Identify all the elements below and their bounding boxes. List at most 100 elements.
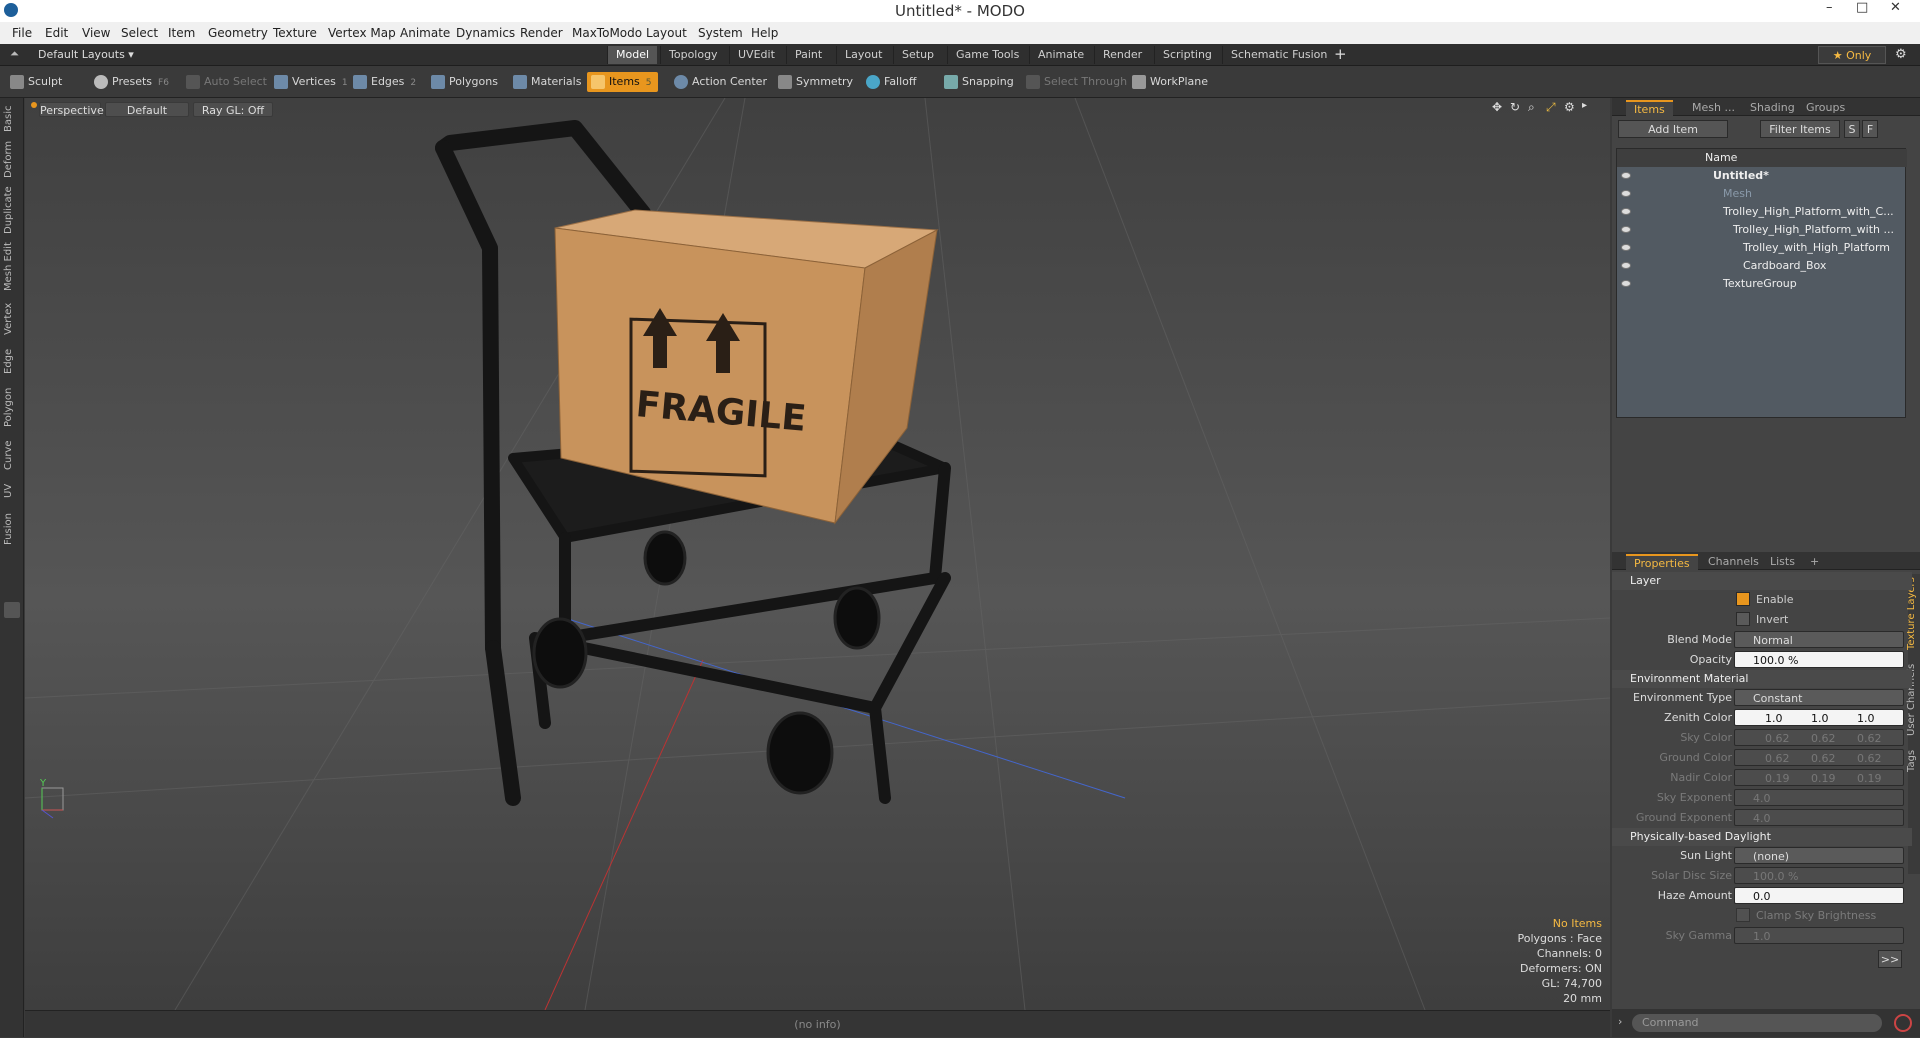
visibility-eye-icon[interactable] [1621,226,1631,233]
menu-view[interactable]: View [82,26,110,40]
visibility-eye-icon[interactable] [1621,262,1631,269]
menu-system[interactable]: System [698,26,743,40]
menu-layout[interactable]: Layout [646,26,687,40]
tab-channels[interactable]: Channels [1700,554,1767,570]
menu-maxtomodo[interactable]: MaxToModo [572,26,642,40]
3d-viewport[interactable]: FRAGILE Y Perspective Default Ray GL: Of… [25,98,1610,1010]
only-toggle[interactable]: ★ Only [1818,46,1886,64]
list-item[interactable]: Mesh [1617,185,1907,203]
polygons-button[interactable]: Polygons [427,72,504,92]
tab-items[interactable]: Items [1626,100,1673,116]
invert-checkbox[interactable] [1736,612,1750,626]
add-tab-button[interactable]: + [1334,45,1347,63]
visibility-eye-icon[interactable] [1621,280,1631,287]
menu-render[interactable]: Render [520,26,563,40]
nadir-color-field[interactable]: 0.19 0.19 0.19 [1734,769,1904,786]
menu-texture[interactable]: Texture [273,26,317,40]
tab-polygon[interactable]: Polygon [3,384,21,430]
tab-scripting[interactable]: Scripting [1154,46,1220,64]
tab-uvedit[interactable]: UVEdit [729,46,783,64]
solar-disc-field[interactable]: 100.0 % [1734,867,1904,884]
tab-properties[interactable]: Properties [1626,554,1698,570]
zenith-color-field[interactable]: 1.0 1.0 1.0 [1734,709,1904,726]
s-toggle[interactable]: S [1844,120,1860,138]
viewport-gear-icon[interactable]: ⚙ [1564,100,1575,114]
section-environment-material[interactable]: Environment Material [1612,670,1912,688]
list-item[interactable]: Trolley_High_Platform_with_C... [1617,203,1907,221]
tab-mesh[interactable]: Mesh ... [1684,100,1743,116]
maximize-button[interactable]: □ [1856,0,1868,15]
tab-duplicate[interactable]: Duplicate [3,186,21,234]
action-center-button[interactable]: Action Center [670,72,773,92]
tab-layout[interactable]: Layout [836,46,890,64]
visibility-eye-icon[interactable] [1621,190,1631,197]
materials-button[interactable]: Materials [509,72,587,92]
tab-lists[interactable]: Lists [1762,554,1803,570]
menu-help[interactable]: Help [751,26,778,40]
environment-type-select[interactable]: Constant [1734,689,1904,706]
sky-color-field[interactable]: 0.62 0.62 0.62 [1734,729,1904,746]
tab-edge[interactable]: Edge [3,346,21,376]
f-toggle[interactable]: F [1862,120,1878,138]
sculpt-button[interactable]: Sculpt [6,72,68,92]
tab-model[interactable]: Model [607,46,658,64]
tab-groups[interactable]: Groups [1798,100,1853,116]
command-input[interactable]: Command [1632,1014,1882,1032]
tab-paint[interactable]: Paint [786,46,830,64]
gear-icon[interactable]: ⚙ [1895,47,1907,62]
toggle-panel-button[interactable] [4,602,20,618]
menu-item[interactable]: Item [168,26,195,40]
tab-fusion[interactable]: Fusion [3,510,21,548]
list-item[interactable]: Trolley_with_High_Platform [1617,239,1907,257]
auto-select-button[interactable]: Auto Select [182,72,273,92]
tab-vertex[interactable]: Vertex [3,300,21,338]
vertices-button[interactable]: Vertices 1 [270,72,354,92]
tab-render[interactable]: Render [1094,46,1150,64]
pan-icon[interactable]: ✥ [1492,100,1502,114]
enable-checkbox[interactable] [1736,592,1750,606]
falloff-button[interactable]: Falloff [862,72,922,92]
list-item[interactable]: Cardboard_Box [1617,257,1907,275]
list-item[interactable]: Untitled* [1617,167,1907,185]
sky-exponent-field[interactable]: 4.0 [1734,789,1904,806]
items-button[interactable]: Items 5 [587,72,658,92]
tab-shading[interactable]: Shading [1742,100,1803,116]
tab-game-tools[interactable]: Game Tools [947,46,1027,64]
tab-uv[interactable]: UV [3,480,21,502]
tab-basic[interactable]: Basic [3,104,21,134]
sun-light-select[interactable]: (none) [1734,847,1904,864]
menu-geometry[interactable]: Geometry [208,26,268,40]
tab-setup[interactable]: Setup [893,46,942,64]
edges-button[interactable]: Edges 2 [349,72,422,92]
shading-dropdown[interactable]: Default [105,102,189,117]
snapping-button[interactable]: Snapping [940,72,1020,92]
tab-deform[interactable]: Deform [3,141,21,178]
opacity-field[interactable]: 100.0 % [1734,651,1904,668]
ground-color-field[interactable]: 0.62 0.62 0.62 [1734,749,1904,766]
ground-exponent-field[interactable]: 4.0 [1734,809,1904,826]
menu-edit[interactable]: Edit [45,26,68,40]
more-button[interactable]: >> [1878,950,1902,968]
fit-icon[interactable]: ⤢ [1546,100,1556,115]
view-mode-dropdown[interactable]: Perspective [39,102,104,117]
clamp-sky-checkbox[interactable] [1736,908,1750,922]
record-icon[interactable] [1894,1014,1912,1032]
menu-vertex-map[interactable]: Vertex Map [328,26,396,40]
visibility-eye-icon[interactable] [1621,172,1631,179]
list-item[interactable]: Trolley_High_Platform_with ... [1617,221,1907,239]
tab-schematic-fusion[interactable]: Schematic Fusion [1222,46,1335,64]
close-button[interactable]: ✕ [1890,0,1901,15]
rotate-icon[interactable]: ↻ [1510,100,1520,114]
tab-mesh-edit[interactable]: Mesh Edit [3,242,21,292]
add-item-button[interactable]: Add Item [1618,120,1728,138]
select-through-button[interactable]: Select Through [1022,72,1133,92]
blend-mode-select[interactable]: Normal [1734,631,1904,648]
section-daylight[interactable]: Physically-based Daylight [1612,828,1912,846]
symmetry-button[interactable]: Symmetry [774,72,859,92]
default-layouts-dropdown[interactable]: Default Layouts ▾ [38,48,134,61]
workplane-button[interactable]: WorkPlane [1128,72,1214,92]
visibility-eye-icon[interactable] [1621,244,1631,251]
tab-curve[interactable]: Curve [3,438,21,472]
zoom-icon[interactable]: ⌕ [1528,100,1535,115]
section-layer[interactable]: Layer [1612,572,1912,590]
